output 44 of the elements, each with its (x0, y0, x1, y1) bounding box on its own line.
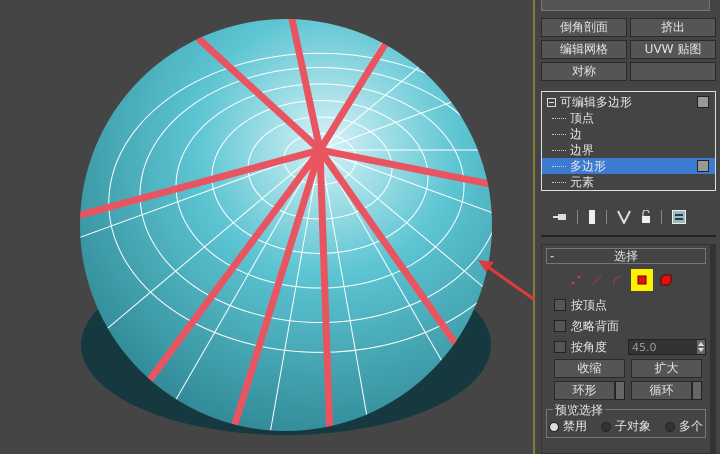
column-icon[interactable] (588, 210, 596, 224)
grow-button[interactable]: 扩大 (631, 359, 702, 378)
sub-object-item[interactable]: 元素 (542, 174, 715, 190)
group-title: 预览选择 (553, 402, 605, 419)
shrink-button[interactable]: 收缩 (554, 359, 625, 378)
lock-icon[interactable] (641, 210, 651, 224)
modifier-button[interactable]: 挤出 (630, 18, 716, 37)
rollout-header[interactable]: - 选择 (546, 248, 706, 264)
modifier-list-dropdown[interactable] (541, 0, 710, 11)
angle-spinner-field[interactable]: 45.0 (628, 339, 706, 355)
sub-object-item[interactable]: 顶点 (542, 110, 715, 126)
modifier-button[interactable]: UVW 贴图 (630, 40, 716, 59)
spinner-arrows-icon[interactable] (697, 340, 705, 354)
radio-label: 禁用 (563, 418, 587, 435)
modifier-button[interactable]: 对称 (541, 62, 627, 81)
sub-object-item[interactable]: 边 (542, 126, 715, 142)
pin-icon[interactable] (553, 211, 567, 223)
checkbox-label: 按顶点 (571, 296, 607, 314)
checkbox[interactable] (554, 341, 566, 353)
radio-button[interactable] (601, 422, 611, 432)
loop-button[interactable]: 循环 (631, 381, 692, 400)
polygon-mode-icon[interactable] (631, 269, 653, 291)
radio-label: 子对象 (615, 418, 651, 435)
spinner-arrows-icon[interactable] (615, 381, 625, 400)
funnel-icon[interactable] (617, 210, 631, 224)
radio-button[interactable] (665, 422, 675, 432)
spinner-arrows-icon[interactable] (692, 381, 702, 400)
modifier-button[interactable]: 编辑网格 (541, 40, 627, 59)
collapse-toggle-icon[interactable] (547, 98, 556, 106)
checkbox-label: 按角度 (571, 338, 607, 356)
radio-button[interactable] (549, 422, 559, 432)
checkbox[interactable] (554, 320, 566, 332)
radio-label: 多个 (679, 418, 703, 435)
sub-object-item[interactable]: 多边形 (542, 158, 715, 174)
checkbox-label: 忽略背面 (571, 318, 619, 334)
sub-object-item[interactable]: 边界 (542, 142, 715, 158)
empty-modifier-button[interactable] (630, 62, 716, 81)
modifier-button[interactable]: 倒角剖面 (541, 18, 627, 37)
checkbox[interactable] (554, 299, 566, 311)
configure-icon[interactable] (672, 210, 686, 224)
stack-item[interactable]: 可编辑多边形 (560, 94, 693, 110)
pointer-arrow (478, 260, 535, 302)
ring-button[interactable]: 环形 (554, 381, 615, 400)
element-mode-icon[interactable] (658, 272, 674, 288)
